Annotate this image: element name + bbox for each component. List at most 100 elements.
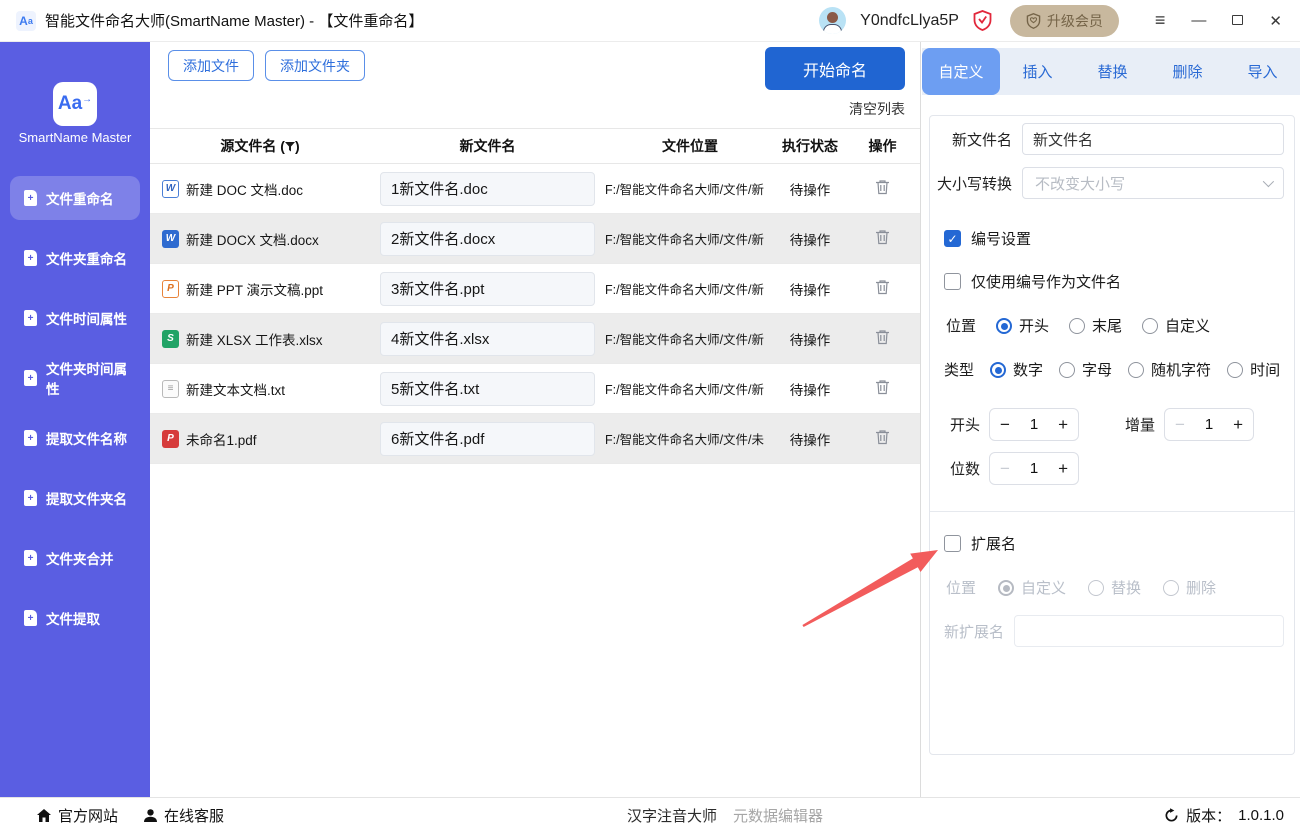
numbering-label: 编号设置 [971,228,1031,249]
minus-button[interactable]: − [1175,416,1185,433]
add-file-button[interactable]: 添加文件 [168,50,254,81]
file-location: F:/智能文件命名大师/文件/新 [605,379,775,398]
radio-ext-delete[interactable]: 删除 [1163,577,1216,598]
sidebar-item-file-rename[interactable]: +文件重命名 [10,176,140,220]
source-filename: 新建 DOC 文档.doc [186,179,303,199]
only-number-checkbox[interactable] [944,273,961,290]
radio-type-time[interactable]: 时间 [1227,359,1280,380]
online-support-link[interactable]: 在线客服 [143,798,224,832]
sidebar-item-file-time[interactable]: +文件时间属性 [10,296,140,340]
close-button[interactable]: ✕ [1269,12,1282,30]
tab-insert[interactable]: 插入 [1000,48,1075,95]
delete-icon[interactable] [875,429,890,448]
new-extension-label: 新扩展名 [930,621,1004,642]
header-action: 操作 [845,136,920,156]
increment-label: 增量 [1121,414,1155,435]
delete-icon[interactable] [875,179,890,198]
case-convert-select[interactable]: 不改变大小写 [1022,167,1284,199]
brand-logo-icon: Aa→ [53,82,97,126]
text-file-icon: ≡ [162,380,179,398]
new-filename-input[interactable] [380,372,595,406]
tab-delete[interactable]: 删除 [1150,48,1225,95]
extension-checkbox[interactable] [944,535,961,552]
start-rename-button[interactable]: 开始命名 [765,47,905,90]
delete-icon[interactable] [875,229,890,248]
tab-import[interactable]: 导入 [1225,48,1300,95]
brand-name: SmartName Master [0,130,150,145]
file-plus-icon: + [24,310,37,326]
radio-ext-replace[interactable]: 替换 [1088,577,1141,598]
radio-position-custom[interactable]: 自定义 [1142,315,1210,336]
minus-button[interactable]: − [1000,460,1010,477]
tab-custom[interactable]: 自定义 [922,48,1000,95]
delete-icon[interactable] [875,329,890,348]
sidebar-item-extract-filename[interactable]: +提取文件名称 [10,416,140,460]
new-extension-input[interactable] [1014,615,1284,647]
delete-icon[interactable] [875,379,890,398]
pinyin-master-link[interactable]: 汉字注音大师 [627,798,717,832]
header-source-filename: 源文件名 () [150,136,370,156]
table-row: ≡新建文本文档.txt F:/智能文件命名大师/文件/新 待操作 [150,364,920,414]
radio-type-letter[interactable]: 字母 [1059,359,1112,380]
file-plus-icon: + [24,430,37,446]
new-filename-input[interactable] [380,222,595,256]
radio-icon [1227,362,1243,378]
word-doc-icon: W [162,180,179,198]
clear-list-button[interactable]: 清空列表 [849,99,905,119]
new-filename-input[interactable] [380,172,595,206]
radio-icon [1142,318,1158,334]
add-folder-button[interactable]: 添加文件夹 [265,50,365,81]
new-name-label: 新文件名 [930,129,1012,150]
digits-stepper: − 1 + [989,452,1079,485]
radio-icon [990,362,1006,378]
file-plus-icon: + [24,610,37,626]
numbering-checkbox[interactable] [944,230,961,247]
new-filename-input[interactable] [380,422,595,456]
title-bar: Aa 智能文件命名大师(SmartName Master) - 【文件重命名】 … [0,0,1300,42]
file-table: W新建 DOC 文档.doc F:/智能文件命名大师/文件/新 待操作 W新建 … [150,164,920,464]
user-avatar[interactable] [819,7,846,34]
pdf-icon: P [162,430,179,448]
radio-icon [996,318,1012,334]
maximize-button[interactable] [1232,12,1243,29]
radio-icon [1059,362,1075,378]
sidebar-item-folder-merge[interactable]: +文件夹合并 [10,536,140,580]
radio-type-number[interactable]: 数字 [990,359,1043,380]
file-plus-icon: + [24,250,37,266]
new-filename-input[interactable] [380,272,595,306]
minimize-button[interactable]: — [1191,12,1206,29]
plus-button[interactable]: + [1058,416,1068,433]
table-row: S新建 XLSX 工作表.xlsx F:/智能文件命名大师/文件/新 待操作 [150,314,920,364]
tab-replace[interactable]: 替换 [1075,48,1150,95]
file-location: F:/智能文件命名大师/文件/新 [605,179,775,198]
case-convert-label: 大小写转换 [930,173,1012,194]
membership-shield-icon [1026,13,1041,29]
only-number-label: 仅使用编号作为文件名 [971,271,1121,292]
plus-button[interactable]: + [1058,460,1068,477]
new-filename-input[interactable] [380,322,595,356]
excel-icon: S [162,330,179,348]
refresh-icon [1164,808,1179,823]
file-plus-icon: + [24,550,37,566]
status-text: 待操作 [775,379,845,399]
minus-button[interactable]: − [1000,416,1010,433]
radio-position-start[interactable]: 开头 [996,315,1049,336]
type-label: 类型 [944,359,974,380]
metadata-editor-link[interactable]: 元数据编辑器 [733,798,823,832]
sidebar-item-folder-time[interactable]: +文件夹时间属性 [10,356,140,400]
word-docx-icon: W [162,230,179,248]
radio-ext-custom[interactable]: 自定义 [998,577,1066,598]
menu-icon[interactable]: ≡ [1155,10,1166,31]
sidebar-item-extract-foldername[interactable]: +提取文件夹名 [10,476,140,520]
sidebar-item-folder-rename[interactable]: +文件夹重命名 [10,236,140,280]
radio-position-end[interactable]: 末尾 [1069,315,1122,336]
upgrade-membership-button[interactable]: 升级会员 [1010,5,1119,37]
radio-type-random[interactable]: 随机字符 [1128,359,1211,380]
plus-button[interactable]: + [1233,416,1243,433]
filter-icon [285,142,295,152]
official-website-link[interactable]: 官方网站 [36,798,118,832]
new-name-input[interactable] [1022,123,1284,155]
ext-position-label: 位置 [946,577,976,598]
sidebar-item-file-extract[interactable]: +文件提取 [10,596,140,640]
delete-icon[interactable] [875,279,890,298]
